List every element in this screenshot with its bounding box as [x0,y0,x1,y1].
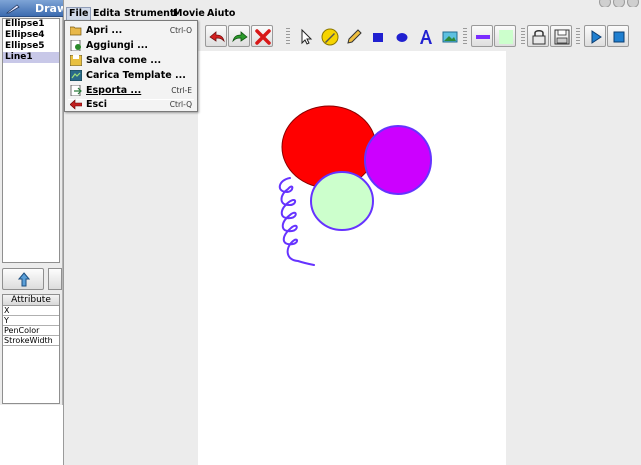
undo-icon [209,31,225,43]
shape-list-item[interactable]: Ellipse4 [3,30,59,41]
file-menu-dropdown: Apri ... Ctrl-O Aggiungi ... Salva come … [64,20,198,112]
shape-list-item-selected[interactable]: Line1 [3,52,59,63]
image-icon [442,31,458,43]
arrow-up-icon [18,272,30,287]
rectangle-icon [373,33,383,42]
right-panel [506,51,641,465]
text-tool-button[interactable] [414,25,436,47]
menu-movie[interactable]: Movie [171,7,207,21]
shape-list[interactable]: Ellipse1 Ellipse4 Ellipse5 Line1 [2,18,60,263]
undo-button[interactable] [205,25,227,47]
toolbar-separator [521,28,525,46]
fill-color-button[interactable] [494,25,516,47]
folder-open-icon [70,26,82,36]
menu-bar: File Edita Strumenti Movie Aiuto [64,7,641,21]
rectangle-tool-button[interactable] [366,25,388,47]
pen-icon [6,4,20,14]
export-icon [70,85,82,96]
shape-list-item[interactable]: Ellipse5 [3,41,59,52]
save-button[interactable] [550,25,572,47]
add-document-icon [70,40,81,51]
save-as-icon [70,55,82,66]
stop-button[interactable] [607,25,629,47]
delete-icon [255,29,271,45]
reorder-buttons [2,268,62,290]
play-button[interactable] [584,25,606,47]
shape-line1[interactable] [278,177,315,266]
lock-icon [532,30,546,45]
text-icon [420,30,432,44]
canvas-area [64,51,641,465]
stroke-color-button[interactable] [471,25,493,47]
move-down-button[interactable] [48,268,62,290]
menu-item-esci[interactable]: Esci Ctrl-Q [65,97,197,112]
pen-icon [321,28,339,46]
drawing-canvas[interactable] [198,51,506,465]
menu-item-aggiungi[interactable]: Aggiungi ... [65,38,197,53]
pencil-icon [347,29,362,44]
delete-button[interactable] [251,25,273,47]
ellipse-tool-button[interactable] [390,25,412,47]
menu-item-apri[interactable]: Apri ... Ctrl-O [65,23,197,38]
menu-item-carica-template[interactable]: Carica Template ... [65,68,197,83]
play-icon [591,30,602,44]
select-tool-button[interactable] [294,25,316,47]
toolbar-separator [576,28,580,46]
attribute-row[interactable]: StrokeWidth [3,336,59,346]
attribute-row[interactable]: PenColor [3,326,59,336]
toolbar-separator [286,28,290,46]
attributes-header: Attribute [3,295,59,306]
stop-icon [613,31,625,43]
ellipse-icon [396,33,408,42]
shapes-window: Drawi Ellipse1 Ellipse4 Ellipse5 Line1 A… [0,0,71,405]
pen-tool-button[interactable] [318,25,340,47]
lock-button[interactable] [527,25,549,47]
redo-button[interactable] [228,25,250,47]
stroke-color-icon [476,35,490,39]
menu-item-esporta[interactable]: Esporta ... Ctrl-E [65,83,197,98]
menu-file[interactable]: File [66,7,92,21]
move-up-button[interactable] [2,268,44,290]
template-icon [70,70,82,81]
exit-icon [70,99,82,110]
attribute-row[interactable]: Y [3,316,59,326]
attribute-row[interactable]: X [3,306,59,316]
shape-ellipse5[interactable] [310,171,374,231]
image-tool-button[interactable] [438,25,460,47]
shape-ellipse4[interactable] [364,125,432,195]
save-icon [554,29,570,45]
menu-aiuto[interactable]: Aiuto [205,7,237,21]
select-arrow-icon [301,28,313,45]
menu-item-salva-come[interactable]: Salva come ... [65,53,197,68]
shape-list-item[interactable]: Ellipse1 [3,19,59,30]
toolbar-separator [463,28,467,46]
fill-color-icon [499,30,513,44]
menu-edita[interactable]: Edita [91,7,123,21]
attributes-table: Attribute X Y PenColor StrokeWidth [2,294,60,404]
shapes-window-title-bar[interactable]: Drawi [0,0,71,17]
pencil-tool-button[interactable] [342,25,364,47]
redo-icon [232,31,248,43]
